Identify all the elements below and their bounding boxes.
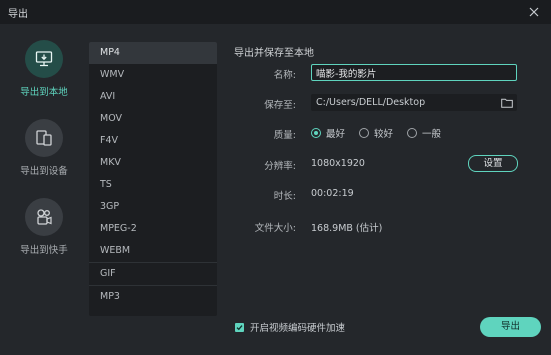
- filesize-label: 文件大小:: [254, 223, 296, 234]
- section-title: 导出并保存至本地: [234, 48, 314, 59]
- format-item-ts[interactable]: TS: [89, 174, 217, 196]
- format-item-mp4[interactable]: MP4: [89, 42, 217, 64]
- format-item-mp3[interactable]: MP3: [89, 286, 217, 308]
- nav-label-device: 导出到设备: [20, 166, 68, 177]
- format-item-wmv[interactable]: WMV: [89, 64, 217, 86]
- settings-button[interactable]: 设置: [468, 155, 518, 172]
- format-item-mpeg2[interactable]: MPEG-2: [89, 218, 217, 240]
- format-item-3gp[interactable]: 3GP: [89, 196, 217, 218]
- close-icon: [529, 7, 539, 17]
- radio-dot: [407, 128, 418, 138]
- format-item-gif[interactable]: GIF: [89, 263, 217, 285]
- devices-icon: [25, 119, 63, 157]
- filesize-value: 168.9MB (估计): [311, 223, 383, 234]
- format-list: MP4 WMV AVI MOV F4V MKV TS 3GP MPEG-2 WE…: [89, 42, 217, 316]
- quality-option-label: 较好: [374, 129, 394, 140]
- format-item-avi[interactable]: AVI: [89, 86, 217, 108]
- quality-option-best[interactable]: 最好: [311, 126, 345, 140]
- format-item-mkv[interactable]: MKV: [89, 152, 217, 174]
- save-path-label: 保存至:: [264, 100, 296, 111]
- hw-accel-label: 开启视频编码硬件加速: [250, 323, 346, 334]
- window-title: 导出: [8, 8, 28, 20]
- nav-item-kuaishou[interactable]: 导出到快手: [0, 198, 88, 256]
- name-input[interactable]: [311, 64, 517, 81]
- title-bar: 导出: [0, 0, 551, 24]
- nav-item-device[interactable]: 导出到设备: [0, 119, 88, 177]
- name-label: 名称:: [273, 70, 296, 81]
- kuaishou-camera-icon: [25, 198, 63, 236]
- quality-label: 质量:: [273, 130, 296, 141]
- resolution-label: 分辨率:: [264, 161, 296, 172]
- close-button[interactable]: [527, 5, 541, 19]
- quality-option-better[interactable]: 较好: [359, 126, 393, 140]
- quality-option-label: 最好: [326, 129, 346, 140]
- export-button[interactable]: 导出: [480, 317, 541, 337]
- export-destination-nav: 导出到本地 导出到设备 导出到快手: [0, 24, 88, 355]
- format-item-webm[interactable]: WEBM: [89, 240, 217, 262]
- radio-dot: [311, 128, 321, 138]
- quality-option-normal[interactable]: 一般: [407, 126, 441, 140]
- resolution-value: 1080x1920: [311, 158, 365, 169]
- dialog-content: 导出到本地 导出到设备 导出到快手 MP4 WMV AVI MOV F4V MK…: [0, 24, 551, 355]
- quality-radio-group: 最好 较好 一般: [311, 126, 441, 140]
- save-path-field[interactable]: C:/Users/DELL/Desktop: [311, 94, 517, 111]
- hw-accel-checkbox[interactable]: 开启视频编码硬件加速: [235, 320, 345, 334]
- duration-label: 时长:: [273, 191, 296, 202]
- folder-icon[interactable]: [501, 97, 513, 114]
- nav-label-kuaishou: 导出到快手: [20, 245, 68, 256]
- check-icon: [235, 322, 244, 332]
- format-item-f4v[interactable]: F4V: [89, 130, 217, 152]
- nav-item-local[interactable]: 导出到本地: [0, 40, 88, 98]
- monitor-download-icon: [25, 40, 63, 78]
- format-item-mov[interactable]: MOV: [89, 108, 217, 130]
- nav-label-local: 导出到本地: [20, 87, 68, 98]
- duration-value: 00:02:19: [311, 188, 354, 199]
- radio-dot: [359, 128, 370, 138]
- save-path-value: C:/Users/DELL/Desktop: [316, 97, 426, 108]
- quality-option-label: 一般: [422, 129, 442, 140]
